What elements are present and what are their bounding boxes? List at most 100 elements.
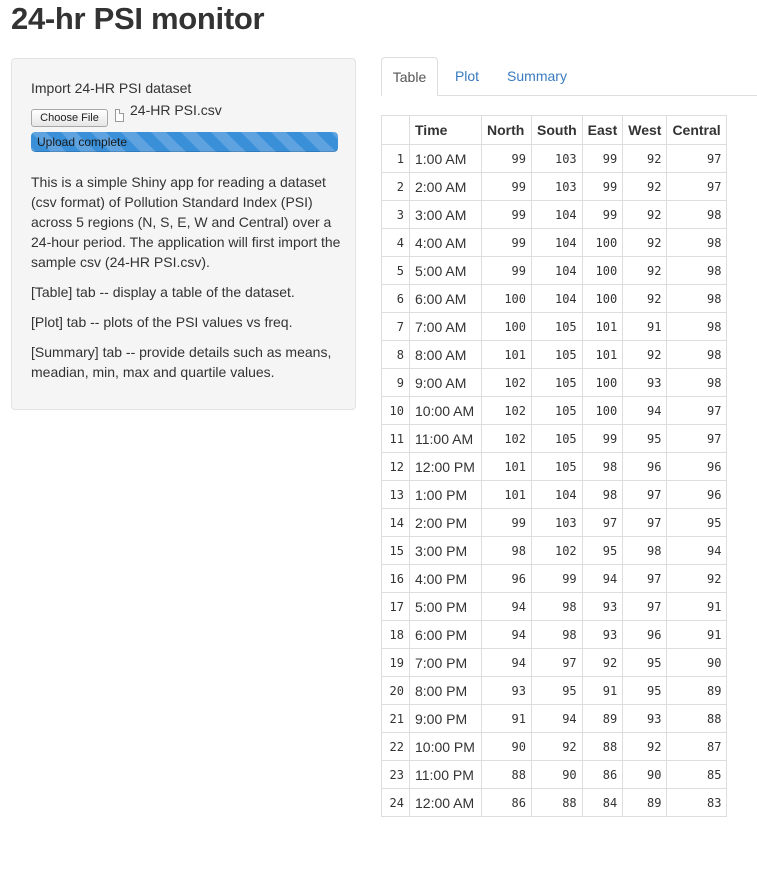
description-paragraph: [Table] tab -- display a table of the da… xyxy=(31,284,295,300)
table-row: 3 3:00 AM 99 104 99 92 98 xyxy=(381,200,728,229)
value-cell: 98 xyxy=(531,620,583,649)
description-paragraph: This is a simple Shiny app for reading a… xyxy=(31,174,341,270)
value-cell: 92 xyxy=(622,228,668,257)
time-cell: 9:00 PM xyxy=(409,704,482,733)
table-row: 1 1:00 AM 99 103 99 92 97 xyxy=(381,144,728,173)
row-index-cell: 5 xyxy=(381,256,410,285)
value-cell: 88 xyxy=(666,704,728,733)
column-header-north[interactable]: North xyxy=(481,115,532,145)
table-header-row: Time North South East West Central xyxy=(381,115,728,145)
column-header-west[interactable]: West xyxy=(622,115,668,145)
value-cell: 101 xyxy=(481,452,532,481)
row-index-cell: 21 xyxy=(381,704,410,733)
value-cell: 88 xyxy=(481,760,532,789)
value-cell: 88 xyxy=(531,788,583,817)
value-cell: 100 xyxy=(481,284,532,313)
table-row: 13 1:00 PM 101 104 98 97 96 xyxy=(381,480,728,509)
row-index-cell: 13 xyxy=(381,480,410,509)
value-cell: 99 xyxy=(481,200,532,229)
row-index-cell: 10 xyxy=(381,396,410,425)
value-cell: 102 xyxy=(481,368,532,397)
value-cell: 99 xyxy=(581,200,624,229)
table-row: 16 4:00 PM 96 99 94 97 92 xyxy=(381,564,728,593)
row-index-cell: 8 xyxy=(381,340,410,369)
column-header-time[interactable]: Time xyxy=(409,115,482,145)
value-cell: 87 xyxy=(666,732,728,761)
column-header-east[interactable]: East xyxy=(581,115,624,145)
value-cell: 98 xyxy=(666,368,728,397)
table-row: 2 2:00 AM 99 103 99 92 97 xyxy=(381,172,728,201)
page-title: 24-hr PSI monitor xyxy=(11,1,265,36)
value-cell: 98 xyxy=(666,228,728,257)
value-cell: 98 xyxy=(622,536,668,565)
value-cell: 94 xyxy=(666,536,728,565)
value-cell: 93 xyxy=(581,620,624,649)
value-cell: 97 xyxy=(622,508,668,537)
table-row: 11 11:00 AM 102 105 99 95 97 xyxy=(381,424,728,453)
column-header-central[interactable]: Central xyxy=(666,115,728,145)
time-cell: 10:00 PM xyxy=(409,732,482,761)
row-index-cell: 16 xyxy=(381,564,410,593)
tab-plot[interactable]: Plot xyxy=(441,57,493,95)
value-cell: 94 xyxy=(481,620,532,649)
value-cell: 86 xyxy=(481,788,532,817)
value-cell: 91 xyxy=(581,676,624,705)
value-cell: 101 xyxy=(581,340,624,369)
description-paragraph: [Plot] tab -- plots of the PSI values vs… xyxy=(31,314,293,330)
value-cell: 95 xyxy=(581,536,624,565)
value-cell: 92 xyxy=(531,732,583,761)
time-cell: 10:00 AM xyxy=(409,396,482,425)
time-cell: 5:00 PM xyxy=(409,592,482,621)
value-cell: 97 xyxy=(622,480,668,509)
table-row: 8 8:00 AM 101 105 101 92 98 xyxy=(381,340,728,369)
value-cell: 97 xyxy=(666,172,728,201)
value-cell: 95 xyxy=(531,676,583,705)
table-row: 19 7:00 PM 94 97 92 95 90 xyxy=(381,648,728,677)
value-cell: 104 xyxy=(531,480,583,509)
value-cell: 97 xyxy=(581,508,624,537)
value-cell: 99 xyxy=(581,144,624,173)
value-cell: 103 xyxy=(531,144,583,173)
tab-table[interactable]: Table xyxy=(381,57,438,96)
table-row: 18 6:00 PM 94 98 93 96 91 xyxy=(381,620,728,649)
time-cell: 6:00 PM xyxy=(409,620,482,649)
value-cell: 92 xyxy=(622,340,668,369)
table-row: 15 3:00 PM 98 102 95 98 94 xyxy=(381,536,728,565)
value-cell: 99 xyxy=(581,424,624,453)
table-row: 6 6:00 AM 100 104 100 92 98 xyxy=(381,284,728,313)
tab-summary[interactable]: Summary xyxy=(493,57,581,95)
value-cell: 94 xyxy=(481,592,532,621)
value-cell: 105 xyxy=(531,424,583,453)
table-row: 22 10:00 PM 90 92 88 92 87 xyxy=(381,732,728,761)
value-cell: 105 xyxy=(531,452,583,481)
value-cell: 91 xyxy=(666,592,728,621)
choose-file-button[interactable]: Choose File xyxy=(31,109,108,127)
value-cell: 94 xyxy=(622,396,668,425)
row-index-cell: 3 xyxy=(381,200,410,229)
time-cell: 12:00 AM xyxy=(409,788,482,817)
value-cell: 98 xyxy=(581,480,624,509)
table-row: 14 2:00 PM 99 103 97 97 95 xyxy=(381,508,728,537)
time-cell: 7:00 AM xyxy=(409,312,482,341)
row-index-cell: 22 xyxy=(381,732,410,761)
value-cell: 97 xyxy=(531,648,583,677)
row-index-cell: 23 xyxy=(381,760,410,789)
value-cell: 95 xyxy=(622,424,668,453)
value-cell: 90 xyxy=(666,648,728,677)
column-header-index[interactable] xyxy=(381,115,410,145)
value-cell: 97 xyxy=(622,564,668,593)
value-cell: 102 xyxy=(531,536,583,565)
value-cell: 98 xyxy=(666,200,728,229)
value-cell: 96 xyxy=(666,452,728,481)
table-row: 12 12:00 PM 101 105 98 96 96 xyxy=(381,452,728,481)
value-cell: 98 xyxy=(666,256,728,285)
value-cell: 99 xyxy=(581,172,624,201)
column-header-south[interactable]: South xyxy=(531,115,583,145)
value-cell: 104 xyxy=(531,256,583,285)
value-cell: 89 xyxy=(581,704,624,733)
value-cell: 98 xyxy=(481,536,532,565)
row-index-cell: 6 xyxy=(381,284,410,313)
value-cell: 97 xyxy=(666,424,728,453)
row-index-cell: 4 xyxy=(381,228,410,257)
row-index-cell: 2 xyxy=(381,172,410,201)
